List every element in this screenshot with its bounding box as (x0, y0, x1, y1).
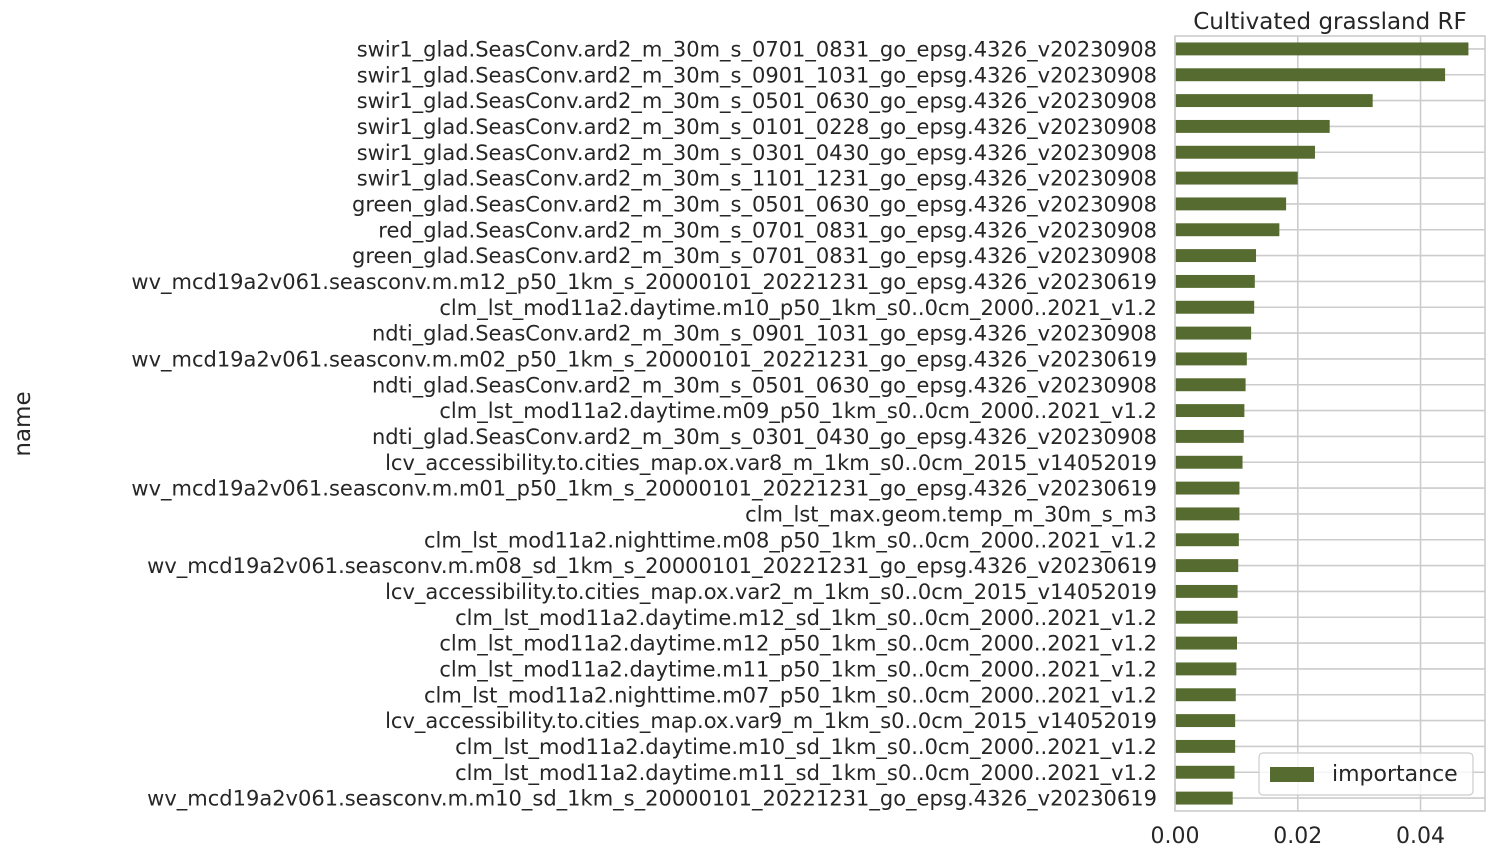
feature-importance-chart: swir1_glad.SeasConv.ard2_m_30m_s_0701_08… (10, 9, 1486, 849)
bar (1175, 636, 1237, 650)
bar (1175, 404, 1245, 418)
x-tick-label: 0.02 (1273, 824, 1322, 849)
y-tick-label: swir1_glad.SeasConv.ard2_m_30m_s_0301_04… (357, 141, 1157, 166)
bar (1175, 739, 1236, 753)
bar (1175, 507, 1240, 521)
bar (1175, 791, 1233, 805)
y-tick-label: green_glad.SeasConv.ard2_m_30m_s_0701_08… (352, 244, 1157, 269)
bar (1175, 455, 1243, 469)
legend-label: importance (1332, 762, 1458, 787)
y-tick-label: swir1_glad.SeasConv.ard2_m_30m_s_1101_12… (357, 167, 1157, 192)
bar (1175, 249, 1257, 263)
bar (1175, 352, 1247, 366)
y-tick-label: clm_lst_mod11a2.daytime.m12_p50_1km_s0..… (439, 632, 1157, 657)
x-tick-label: 0.04 (1396, 824, 1445, 849)
y-tick-label: ndti_glad.SeasConv.ard2_m_30m_s_0501_063… (372, 373, 1157, 398)
y-tick-labels: swir1_glad.SeasConv.ard2_m_30m_s_0701_08… (131, 37, 1157, 811)
y-axis-label: name (10, 391, 36, 456)
y-tick-label: wv_mcd19a2v061.seasconv.m.m01_p50_1km_s_… (131, 477, 1157, 502)
y-tick-label: wv_mcd19a2v061.seasconv.m.m12_p50_1km_s_… (131, 270, 1157, 295)
bar (1175, 714, 1236, 728)
chart-title: Cultivated grassland RF (1193, 9, 1467, 35)
bar (1175, 119, 1330, 133)
y-tick-label: clm_lst_mod11a2.daytime.m11_p50_1km_s0..… (439, 657, 1157, 682)
legend: importance (1258, 752, 1474, 796)
y-tick-label: wv_mcd19a2v061.seasconv.m.m02_p50_1km_s_… (131, 347, 1157, 372)
bar (1175, 223, 1280, 237)
bar (1175, 68, 1446, 82)
bar (1175, 584, 1238, 598)
y-tick-label: clm_lst_mod11a2.daytime.m10_p50_1km_s0..… (439, 296, 1157, 321)
y-tick-label: wv_mcd19a2v061.seasconv.m.m10_sd_1km_s_2… (147, 787, 1157, 812)
bar (1175, 171, 1298, 185)
bar (1175, 559, 1239, 573)
y-tick-label: clm_lst_mod11a2.daytime.m10_sd_1km_s0..0… (455, 735, 1157, 760)
y-tick-label: clm_lst_mod11a2.daytime.m12_sd_1km_s0..0… (455, 606, 1157, 631)
bars (1175, 42, 1469, 805)
x-tick-labels: 0.00 0.02 0.04 (1151, 824, 1446, 849)
y-tick-label: green_glad.SeasConv.ard2_m_30m_s_0501_06… (352, 192, 1157, 217)
bar (1175, 300, 1255, 314)
bar (1175, 481, 1240, 495)
bar (1175, 662, 1237, 676)
y-tick-label: clm_lst_max.geom.temp_m_30m_s_m3 (745, 502, 1157, 527)
bar (1175, 688, 1236, 702)
y-tick-label: clm_lst_mod11a2.daytime.m11_sd_1km_s0..0… (455, 761, 1157, 786)
bar (1175, 765, 1235, 779)
y-tick-label: clm_lst_mod11a2.nighttime.m07_p50_1km_s0… (424, 683, 1157, 708)
bar (1175, 429, 1244, 443)
y-tick-label: swir1_glad.SeasConv.ard2_m_30m_s_0101_02… (357, 115, 1157, 140)
legend-swatch (1270, 767, 1314, 782)
y-tick-label: ndti_glad.SeasConv.ard2_m_30m_s_0901_103… (372, 322, 1157, 347)
bar (1175, 145, 1315, 159)
bar (1175, 610, 1238, 624)
bar (1175, 533, 1239, 547)
y-tick-label: clm_lst_mod11a2.nighttime.m08_p50_1km_s0… (424, 528, 1157, 553)
bar (1175, 94, 1373, 108)
y-tick-label: swir1_glad.SeasConv.ard2_m_30m_s_0501_06… (357, 89, 1157, 114)
y-tick-label: lcv_accessibility.to.cities_map.ox.var2_… (385, 580, 1157, 605)
bar (1175, 197, 1287, 211)
y-tick-label: lcv_accessibility.to.cities_map.ox.var9_… (385, 709, 1157, 734)
y-tick-label: ndti_glad.SeasConv.ard2_m_30m_s_0301_043… (372, 425, 1157, 450)
x-tick-label: 0.00 (1151, 824, 1200, 849)
bar (1175, 326, 1252, 340)
bar (1175, 378, 1246, 392)
y-tick-label: clm_lst_mod11a2.daytime.m09_p50_1km_s0..… (439, 399, 1157, 424)
y-tick-label: swir1_glad.SeasConv.ard2_m_30m_s_0701_08… (357, 37, 1157, 62)
y-tick-label: wv_mcd19a2v061.seasconv.m.m08_sd_1km_s_2… (147, 554, 1157, 579)
bar (1175, 274, 1255, 288)
y-tick-label: red_glad.SeasConv.ard2_m_30m_s_0701_0831… (378, 218, 1157, 243)
bar (1175, 42, 1469, 56)
y-tick-label: lcv_accessibility.to.cities_map.ox.var8_… (385, 451, 1157, 476)
y-tick-label: swir1_glad.SeasConv.ard2_m_30m_s_0901_10… (357, 63, 1157, 88)
